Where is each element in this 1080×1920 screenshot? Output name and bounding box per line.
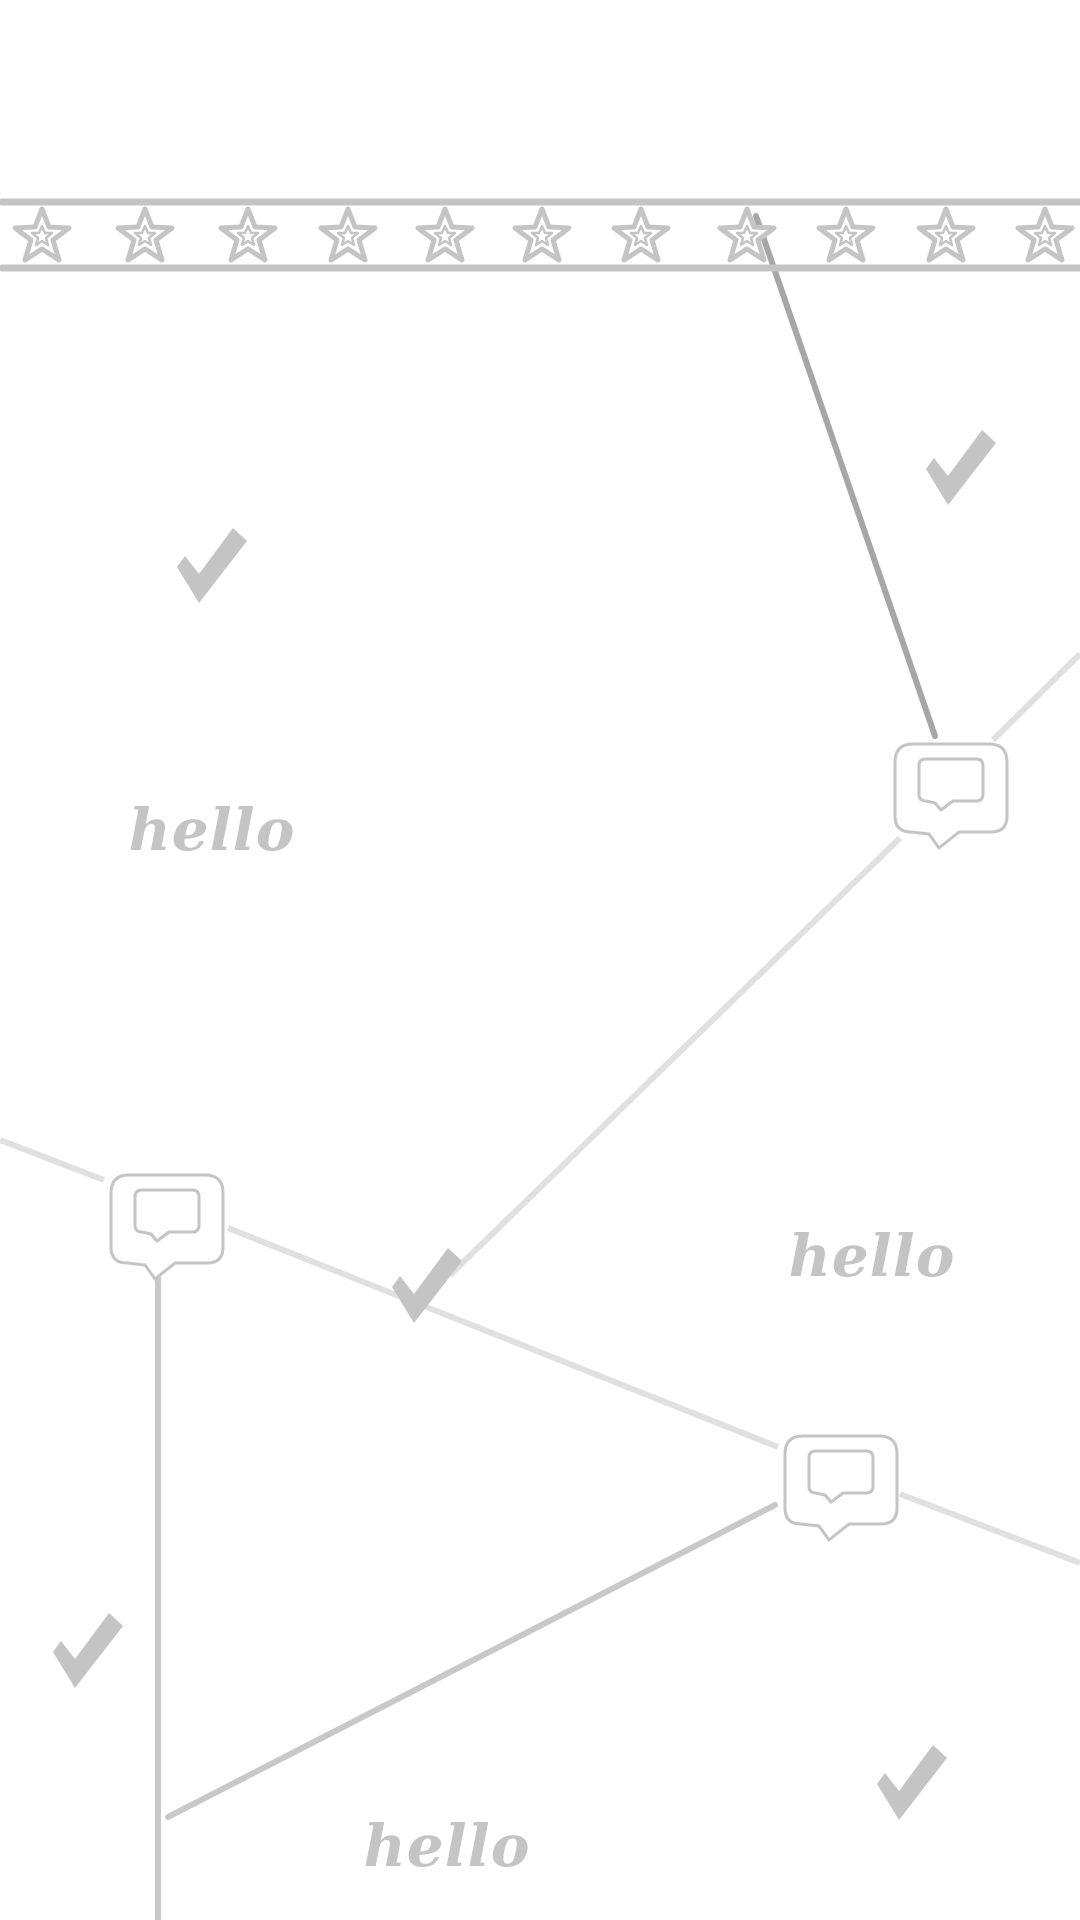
speech-bubble-icon bbox=[109, 1173, 225, 1281]
checkmark-icon bbox=[392, 1248, 462, 1323]
speech-bubble-icon bbox=[893, 742, 1009, 850]
hello-text: hello bbox=[364, 1812, 531, 1880]
icon-layer: hello hello hello bbox=[53, 430, 1009, 1880]
wallpaper-canvas: hello hello hello bbox=[0, 0, 1080, 1920]
checkmark-icon bbox=[53, 1613, 123, 1688]
checkmark-icon bbox=[177, 528, 247, 603]
hello-text: hello bbox=[129, 796, 296, 864]
checkmark-icon bbox=[926, 430, 996, 505]
speech-bubble-icon bbox=[783, 1434, 899, 1542]
hello-text: hello bbox=[789, 1222, 956, 1290]
checkmark-icon bbox=[877, 1745, 947, 1820]
